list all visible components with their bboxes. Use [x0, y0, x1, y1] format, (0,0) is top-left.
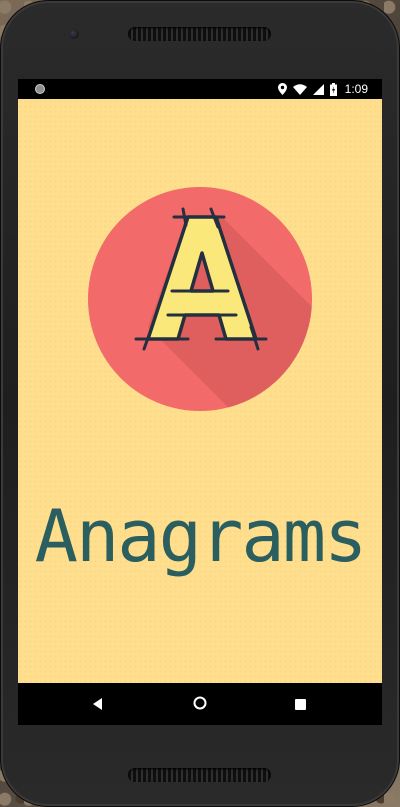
home-icon	[193, 695, 207, 714]
location-icon	[277, 83, 287, 95]
notification-dot-icon	[35, 84, 45, 94]
phone-frame: 1:09 Anagrams	[0, 0, 400, 807]
device-screen: 1:09 Anagrams	[18, 79, 382, 725]
status-icons: 1:09	[277, 79, 368, 99]
wifi-icon	[292, 83, 307, 95]
battery-charging-icon	[329, 82, 337, 96]
front-camera	[69, 29, 79, 39]
splash-screen: Anagrams	[18, 99, 382, 683]
navigation-bar	[18, 683, 382, 725]
back-button[interactable]	[76, 683, 120, 725]
clock: 1:09	[344, 82, 368, 96]
home-button[interactable]	[178, 683, 222, 725]
signal-icon	[312, 83, 324, 95]
app-logo	[88, 187, 312, 411]
recents-icon	[294, 695, 306, 714]
bottom-speaker-grille	[128, 768, 271, 782]
status-bar: 1:09	[18, 79, 382, 99]
recents-button[interactable]	[278, 683, 322, 725]
back-icon	[92, 695, 104, 714]
app-title: Anagrams	[34, 494, 368, 578]
top-speaker-grille	[128, 27, 271, 41]
